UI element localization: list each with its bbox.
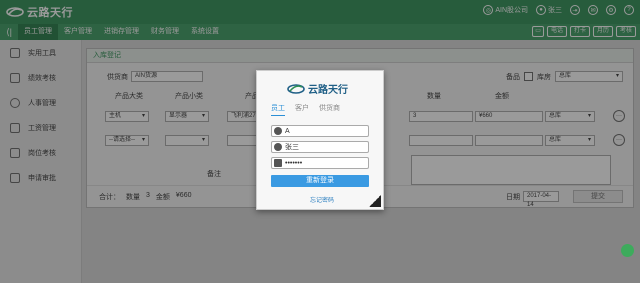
lock-icon (274, 159, 282, 167)
modal-brand-name: 云路天行 (308, 85, 348, 96)
login-tab-supplier[interactable]: 供货商 (319, 103, 340, 116)
password-input-value: ••••••• (285, 159, 303, 167)
chat-bubble-icon[interactable] (621, 244, 634, 257)
login-tab-employee[interactable]: 员工 (271, 103, 285, 116)
user-icon (274, 143, 282, 151)
username-input[interactable]: 张三 (271, 141, 369, 153)
forgot-password-link[interactable]: 忘记密码 (310, 195, 334, 204)
qr-code-icon[interactable] (369, 195, 381, 207)
relogin-modal: 云路天行 员工 客户 供货商 A 张三 ••••••• 重新登录 忘记密码 (256, 70, 384, 210)
company-icon (274, 127, 282, 135)
password-input[interactable]: ••••••• (271, 157, 369, 169)
username-input-value: 张三 (285, 144, 299, 151)
company-input-value: A (285, 127, 290, 135)
modal-logo: 云路天行 (287, 81, 348, 96)
login-tab-customer[interactable]: 客户 (295, 103, 309, 116)
relogin-button[interactable]: 重新登录 (271, 175, 369, 187)
company-input[interactable]: A (271, 125, 369, 137)
brand-logo-icon (287, 83, 305, 94)
